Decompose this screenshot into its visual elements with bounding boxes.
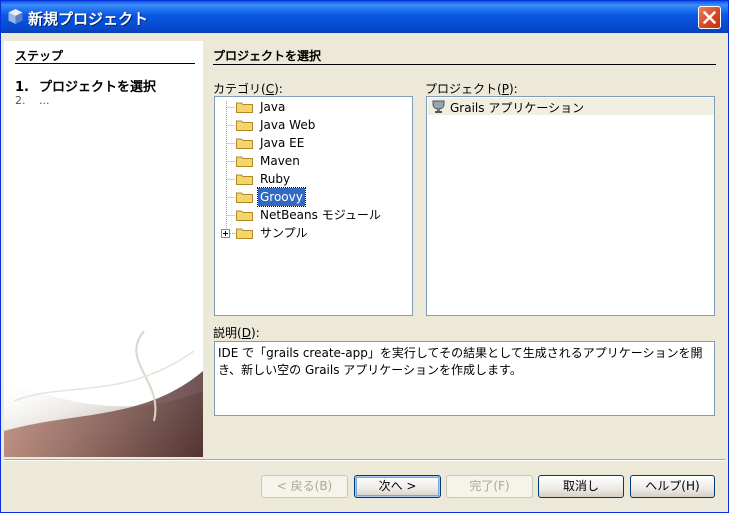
title-bar[interactable]: 新規プロジェクト <box>1 1 728 33</box>
cancel-button[interactable]: 取消し <box>538 475 624 498</box>
close-icon <box>703 11 716 24</box>
help-button[interactable]: ヘルプ(H) <box>630 475 715 498</box>
step-item-2: 2.... <box>15 94 50 107</box>
step-number: 1. <box>15 80 29 95</box>
folder-icon <box>236 138 253 149</box>
list-item-label: Grails アプリケーション <box>450 101 585 115</box>
projects-list[interactable]: Grails アプリケーション <box>426 96 715 316</box>
step-label: ... <box>39 94 50 107</box>
netbeans-cube-icon <box>8 9 23 24</box>
list-item-grails-application[interactable]: Grails アプリケーション <box>428 98 714 115</box>
expand-plus-icon[interactable] <box>221 229 230 238</box>
steps-heading: ステップ <box>15 49 64 63</box>
folder-icon <box>236 156 253 167</box>
tree-item-label: Maven <box>260 154 300 168</box>
steps-panel: ステップ 1. プロジェクトを選択 2.... <box>4 41 203 457</box>
folder-icon <box>236 210 253 221</box>
categories-tree[interactable]: Java Java Web Java EE Maven Ruby Groovy … <box>214 96 413 316</box>
steps-divider <box>15 63 195 64</box>
decorative-swirl-image <box>4 330 203 457</box>
tree-item-label: Groovy <box>257 187 306 207</box>
tree-item-label: Java <box>260 100 286 114</box>
next-button[interactable]: 次へ > <box>354 475 441 498</box>
description-box: IDE で「grails create-app」を実行してその結果として生成され… <box>214 341 715 416</box>
step-label: プロジェクトを選択 <box>39 80 157 95</box>
finish-button[interactable]: 完了(F) <box>446 475 533 498</box>
back-button[interactable]: < 戻る(B) <box>261 475 348 498</box>
folder-icon <box>236 174 253 185</box>
categories-label: カテゴリ(C): <box>213 82 283 96</box>
step-number: 2. <box>15 94 26 107</box>
folder-icon <box>236 228 253 239</box>
folder-icon <box>236 192 253 203</box>
tree-item-label: Java Web <box>260 118 316 132</box>
step-item-1: 1. プロジェクトを選択 <box>15 76 156 95</box>
page-title: プロジェクトを選択 <box>213 49 322 63</box>
grails-cup-icon <box>432 100 445 113</box>
tree-item-label: Java EE <box>260 136 305 150</box>
window-title: 新規プロジェクト <box>28 10 149 28</box>
folder-icon <box>236 102 253 113</box>
projects-label: プロジェクト(P): <box>425 82 518 96</box>
tree-item-label: サンプル <box>260 226 308 240</box>
tree-item-label: NetBeans モジュール <box>260 208 381 222</box>
heading-divider <box>213 64 716 65</box>
tree-item-label: Ruby <box>260 172 291 186</box>
footer-divider-highlight <box>4 460 725 461</box>
folder-icon <box>236 120 253 131</box>
description-label: 説明(D): <box>213 326 260 340</box>
new-project-dialog: 新規プロジェクト ステップ 1. プロジェクトを選択 2.... プロジェクトを… <box>0 0 729 513</box>
description-text: IDE で「grails create-app」を実行してその結果として生成され… <box>218 346 703 377</box>
close-button[interactable] <box>698 6 721 29</box>
